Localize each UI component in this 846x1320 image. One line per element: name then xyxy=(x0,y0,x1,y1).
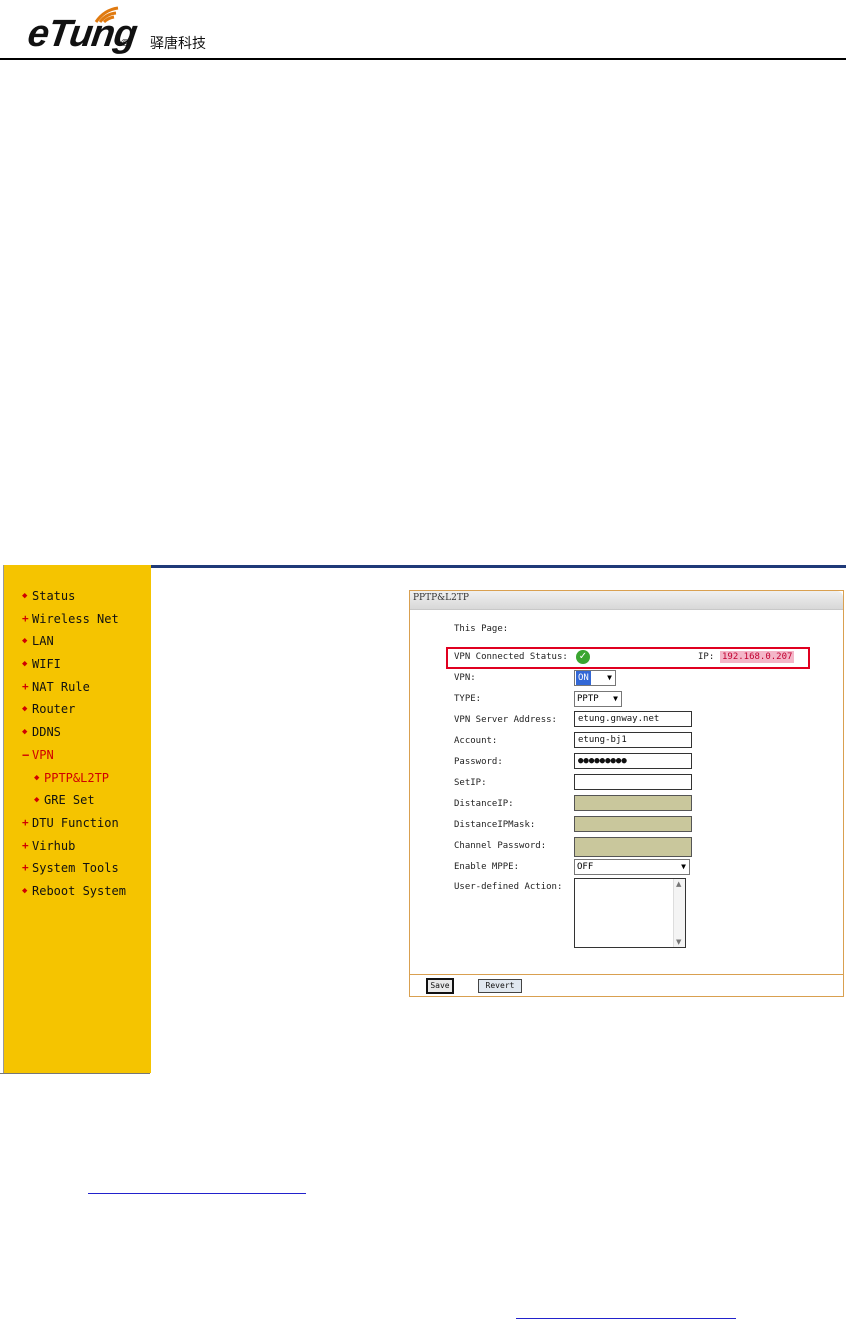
sidebar-item-label: Status xyxy=(32,589,76,603)
vpn-select-value: ON xyxy=(576,671,591,685)
save-button[interactable]: Save xyxy=(426,978,454,994)
bullet-icon: ◆ xyxy=(34,795,40,806)
sidebar-item-label: NAT Rule xyxy=(32,679,90,694)
distanceip-label: DistanceIP: xyxy=(454,799,514,809)
etung-logo: eTung ® xyxy=(25,6,139,55)
bullet-icon: ◆ xyxy=(34,772,40,783)
account-field[interactable]: etung-bj1 xyxy=(574,732,692,748)
expand-plus-icon: + xyxy=(22,815,29,829)
server-address-label: VPN Server Address: xyxy=(454,715,557,725)
sidebar-item-label: LAN xyxy=(32,634,54,649)
document-link-underline[interactable] xyxy=(516,1318,736,1319)
sidebar-item-wireless-net[interactable]: + Wireless Net xyxy=(4,608,151,631)
vpn-status-label: VPN Connected Status: xyxy=(454,652,568,662)
chevron-down-icon: ▼ xyxy=(607,673,612,682)
top-blue-rule xyxy=(150,565,846,568)
sidebar-item-ddns[interactable]: ◆ DDNS xyxy=(4,721,151,744)
sidebar-item-router[interactable]: ◆ Router xyxy=(4,698,151,721)
sidebar-item-reboot-system[interactable]: ◆ Reboot System xyxy=(4,880,151,903)
sidebar-item-vpn[interactable]: − VPN xyxy=(4,744,151,767)
setip-label: SetIP: xyxy=(454,778,487,788)
server-address-field[interactable]: etung.gnway.net xyxy=(574,711,692,727)
sidebar-item-gre-set[interactable]: ◆ GRE Set xyxy=(4,789,151,812)
account-label: Account: xyxy=(454,736,498,746)
sidebar-menu: ◆ Status + Wireless Net ◆ LAN ◆ WIFI + NAT Ru… xyxy=(4,585,151,903)
sidebar-item-nat-rule[interactable]: + NAT Rule xyxy=(4,676,151,699)
type-select-value: PPTP xyxy=(577,694,599,704)
type-select[interactable]: PPTP ▼ xyxy=(574,691,622,707)
expand-plus-icon: + xyxy=(22,679,29,693)
textarea-scrollbar[interactable]: ▲ ▼ xyxy=(673,879,685,947)
bullet-icon: ◆ xyxy=(22,885,28,896)
connected-check-icon: ✓ xyxy=(576,650,590,664)
expand-plus-icon: + xyxy=(22,861,29,875)
registered-mark: ® xyxy=(120,38,130,49)
panel-footer-divider xyxy=(410,974,843,975)
revert-button[interactable]: Revert xyxy=(478,979,522,993)
vpn-select[interactable]: ON ▼ xyxy=(574,670,616,686)
vpn-label: VPN: xyxy=(454,673,476,683)
expand-plus-icon: + xyxy=(22,838,29,852)
bullet-icon: ◆ xyxy=(22,727,28,738)
action-label: User-defined Action: xyxy=(454,882,563,892)
password-field[interactable]: ●●●●●●●●● xyxy=(574,753,692,769)
document-link-underline[interactable] xyxy=(88,1193,306,1194)
sidebar-item-label: Virhub xyxy=(32,838,76,853)
distance-mask-field xyxy=(574,816,692,832)
channel-password-field xyxy=(574,837,692,857)
distance-mask-label: DistanceIPMask: xyxy=(454,820,536,830)
password-label: Password: xyxy=(454,757,503,767)
sidebar-item-lan[interactable]: ◆ LAN xyxy=(4,630,151,653)
scroll-down-icon: ▼ xyxy=(676,938,682,946)
sidebar-item-virhub[interactable]: + Virhub xyxy=(4,835,151,858)
sidebar-item-label: PPTP&L2TP xyxy=(44,770,110,785)
sidebar-item-dtu-function[interactable]: + DTU Function xyxy=(4,812,151,835)
sidebar-item-pptp-l2tp[interactable]: ◆ PPTP&L2TP xyxy=(4,767,151,790)
sidebar-item-system-tools[interactable]: + System Tools xyxy=(4,857,151,880)
pptp-l2tp-panel: PPTP&L2TP This Page: VPN Connected Statu… xyxy=(409,590,844,997)
sidebar-item-label: GRE Set xyxy=(44,793,95,808)
chevron-down-icon: ▼ xyxy=(613,694,618,703)
sidebar-item-label: VPN xyxy=(32,747,54,762)
sidebar: ◆ Status + Wireless Net ◆ LAN ◆ WIFI + NAT Ru… xyxy=(3,565,151,1073)
bullet-icon: ◆ xyxy=(22,659,28,670)
type-label: TYPE: xyxy=(454,694,482,704)
this-page-label: This Page: xyxy=(454,624,509,634)
bullet-icon: ◆ xyxy=(22,704,28,715)
bullet-icon: ◆ xyxy=(22,636,28,647)
sidebar-item-label: System Tools xyxy=(32,861,119,876)
ip-label: IP: xyxy=(698,652,715,662)
panel-title: PPTP&L2TP xyxy=(413,593,469,603)
router-ui-screenshot: ◆ Status + Wireless Net ◆ LAN ◆ WIFI + NAT Ru… xyxy=(0,565,846,1075)
mppe-select[interactable]: OFF ▼ xyxy=(574,859,690,875)
mppe-label: Enable MPPE: xyxy=(454,862,520,872)
channel-password-label: Channel Password: xyxy=(454,841,547,851)
company-name: 驿唐科技 xyxy=(150,36,206,52)
sidebar-item-label: Wireless Net xyxy=(32,611,119,626)
sidebar-item-label: DDNS xyxy=(32,725,61,740)
ip-value: 192.168.0.207 xyxy=(720,651,795,663)
sidebar-item-status[interactable]: ◆ Status xyxy=(4,585,151,608)
bullet-icon: ◆ xyxy=(22,591,28,601)
user-action-textarea[interactable]: ▲ ▼ xyxy=(574,878,686,948)
sidebar-item-label: Reboot System xyxy=(32,883,126,898)
sidebar-item-label: DTU Function xyxy=(32,815,119,830)
setip-field[interactable] xyxy=(574,774,692,790)
sidebar-bottom-rule xyxy=(0,1073,150,1074)
vpn-status-highlight: VPN Connected Status: ✓ IP: 192.168.0.20… xyxy=(446,647,810,669)
expand-plus-icon: + xyxy=(22,611,29,625)
header-divider xyxy=(0,58,846,60)
mppe-select-value: OFF xyxy=(577,862,594,872)
chevron-down-icon: ▼ xyxy=(681,862,686,871)
document-header: eTung ® 驿唐科技 xyxy=(0,0,846,60)
distanceip-field xyxy=(574,795,692,811)
sidebar-item-label: Router xyxy=(32,702,76,717)
collapse-minus-icon: − xyxy=(22,747,30,762)
panel-titlebar: PPTP&L2TP xyxy=(410,591,843,610)
sidebar-item-label: WIFI xyxy=(32,657,61,672)
sidebar-item-wifi[interactable]: ◆ WIFI xyxy=(4,653,151,676)
scroll-up-icon: ▲ xyxy=(676,880,682,888)
